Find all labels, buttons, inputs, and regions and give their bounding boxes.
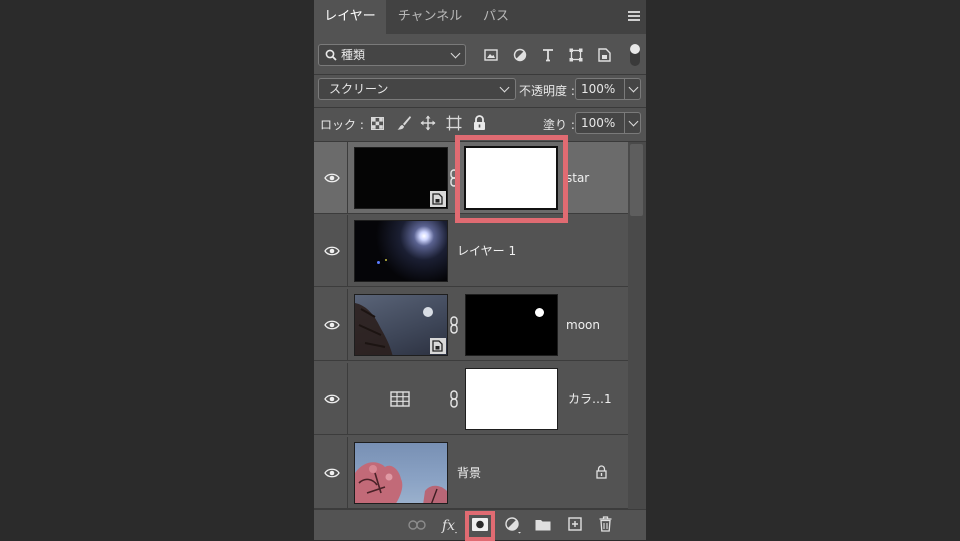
layer-background[interactable]: 背景 [314,437,628,509]
new-adjustment-layer-icon[interactable] [505,517,523,534]
layer-name[interactable]: レイヤー 1 [457,215,516,287]
pixel-layer-filter-icon[interactable] [484,49,498,61]
blend-mode-select[interactable]: スクリーン [318,78,516,100]
type-layer-filter-icon[interactable] [541,48,555,62]
smart-object-badge-icon [430,191,446,207]
fill-value: 100% [581,116,616,130]
layer-color-lookup-1[interactable]: カラ…1 [314,363,628,435]
svg-text:fx: fx [441,518,455,534]
layer-thumbnail [354,442,448,504]
lock-label: ロック : [320,118,364,132]
chevron-down-icon [450,48,461,59]
tab-paths[interactable]: パス [474,0,518,34]
shape-layer-filter-icon[interactable] [569,48,583,62]
chevron-down-icon [499,82,510,93]
visibility-eye-icon[interactable] [324,245,340,257]
visibility-eye-icon[interactable] [324,172,340,184]
layer-name[interactable]: 背景 [457,437,481,509]
visibility-eye-icon[interactable] [324,319,340,331]
new-group-folder-icon[interactable] [535,518,551,531]
layer-thumbnail [354,147,448,209]
adjustment-layer-filter-icon[interactable] [513,48,527,62]
layer-layer-1[interactable]: レイヤー 1 [314,215,628,287]
delete-layer-trash-icon[interactable] [599,516,612,532]
lock-artboard-icon[interactable] [446,115,462,131]
filter-row: 種類 [314,34,646,74]
panel-menu-icon[interactable] [628,11,640,21]
layers-panel: レイヤー チャンネル パス 種類 スクリーン 不透明度: 100% ロック:… [314,0,646,541]
layer-mask-thumbnail[interactable] [465,368,558,430]
lock-image-pixels-icon[interactable] [396,115,412,131]
kind-filter-select[interactable]: 種類 [318,44,466,66]
layer-name[interactable]: moon [566,289,600,361]
fill-label: 塗り : [543,118,575,132]
layer-style-fx-icon[interactable]: fx [441,515,459,535]
new-layer-icon[interactable] [568,517,582,531]
layer-name[interactable]: カラ…1 [568,363,612,435]
visibility-eye-icon[interactable] [324,467,340,479]
lock-all-icon[interactable] [473,115,486,131]
panel-tabs: レイヤー チャンネル パス [314,0,646,34]
visibility-eye-icon[interactable] [324,393,340,405]
link-layers-icon[interactable] [408,520,426,530]
filter-toggle-switch[interactable] [630,44,640,66]
layer-lock-icon [596,465,607,479]
mask-link-icon[interactable] [450,316,458,334]
fill-input[interactable]: 100% [575,112,641,134]
smart-object-filter-icon[interactable] [598,48,611,62]
tab-layers[interactable]: レイヤー [314,0,386,34]
mask-link-icon[interactable] [450,390,458,408]
layers-scrollbar[interactable] [628,142,646,509]
blend-mode-value: スクリーン [329,82,389,96]
search-icon [325,49,337,61]
opacity-label: 不透明度 : [519,84,575,98]
lock-transparent-pixels-icon[interactable] [371,117,384,130]
scrollbar-thumb[interactable] [630,144,643,216]
blend-row: スクリーン 不透明度 : 100% [314,75,646,107]
color-lookup-grid-icon [390,391,410,407]
opacity-input[interactable]: 100% [575,78,641,100]
kind-filter-label: 種類 [341,48,366,62]
opacity-value: 100% [581,82,616,96]
layer-thumbnail [354,294,448,356]
layer-thumbnail [354,220,448,282]
lock-position-icon[interactable] [420,115,436,131]
chevron-down-icon[interactable] [628,82,639,93]
tab-channels[interactable]: チャンネル [387,0,473,34]
smart-object-badge-icon [430,338,446,354]
add-layer-mask-icon[interactable] [472,518,488,531]
layer-name[interactable]: star [566,142,589,214]
layers-bottom-toolbar: fx [314,509,646,541]
chevron-down-icon[interactable] [628,116,639,127]
layer-moon[interactable]: moon [314,289,628,361]
mask-thumbnail-highlight [455,135,568,223]
layer-mask-thumbnail[interactable] [465,294,558,356]
